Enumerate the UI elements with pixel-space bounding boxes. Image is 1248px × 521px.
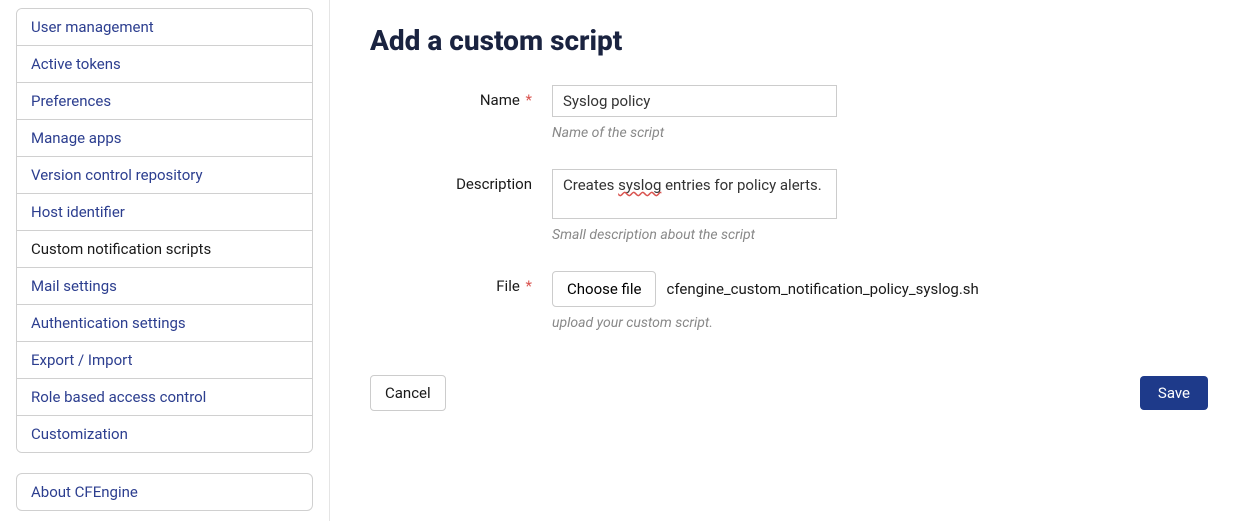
description-input[interactable]: Creates syslog entries for policy alerts… — [552, 169, 837, 219]
description-label: Description — [370, 169, 552, 193]
form: Name * Name of the script Description Cr… — [370, 85, 1208, 411]
sidebar: User management Active tokens Preference… — [0, 0, 330, 521]
main-content: Add a custom script Name * Name of the s… — [330, 0, 1248, 521]
form-row-name: Name * Name of the script — [370, 85, 1208, 141]
description-label-text: Description — [456, 175, 532, 193]
about-box: About CFEngine — [16, 473, 313, 511]
file-field: Choose file cfengine_custom_notification… — [552, 271, 979, 331]
name-help: Name of the script — [552, 125, 837, 141]
name-label-text: Name — [480, 91, 520, 109]
file-label: File * — [370, 271, 552, 295]
sidebar-item-user-management[interactable]: User management — [17, 9, 312, 46]
required-mark: * — [526, 91, 532, 109]
file-name: cfengine_custom_notification_policy_sysl… — [666, 280, 978, 298]
sidebar-item-role-based-access-control[interactable]: Role based access control — [17, 379, 312, 416]
page-title: Add a custom script — [370, 24, 1208, 57]
cancel-button[interactable]: Cancel — [370, 375, 446, 411]
save-button[interactable]: Save — [1140, 376, 1208, 410]
name-label: Name * — [370, 85, 552, 109]
sidebar-item-active-tokens[interactable]: Active tokens — [17, 46, 312, 83]
sidebar-item-customization[interactable]: Customization — [17, 416, 312, 452]
description-help: Small description about the script — [552, 227, 837, 243]
file-label-text: File — [496, 277, 520, 295]
required-mark: * — [526, 277, 532, 295]
name-field: Name of the script — [552, 85, 837, 141]
description-field: Creates syslog entries for policy alerts… — [552, 169, 837, 243]
form-actions: Cancel Save — [370, 375, 1208, 411]
sidebar-item-manage-apps[interactable]: Manage apps — [17, 120, 312, 157]
sidebar-item-export-import[interactable]: Export / Import — [17, 342, 312, 379]
sidebar-item-custom-notification-scripts[interactable]: Custom notification scripts — [17, 231, 312, 268]
sidebar-item-preferences[interactable]: Preferences — [17, 83, 312, 120]
file-row: Choose file cfengine_custom_notification… — [552, 271, 979, 307]
choose-file-button[interactable]: Choose file — [552, 271, 656, 307]
file-help: upload your custom script. — [552, 315, 979, 331]
name-input[interactable] — [552, 85, 837, 117]
sidebar-item-version-control-repository[interactable]: Version control repository — [17, 157, 312, 194]
form-row-description: Description Creates syslog entries for p… — [370, 169, 1208, 243]
sidebar-item-authentication-settings[interactable]: Authentication settings — [17, 305, 312, 342]
sidebar-item-mail-settings[interactable]: Mail settings — [17, 268, 312, 305]
nav-list: User management Active tokens Preference… — [16, 8, 313, 453]
sidebar-item-host-identifier[interactable]: Host identifier — [17, 194, 312, 231]
sidebar-item-about-cfengine[interactable]: About CFEngine — [17, 474, 312, 510]
form-row-file: File * Choose file cfengine_custom_notif… — [370, 271, 1208, 331]
